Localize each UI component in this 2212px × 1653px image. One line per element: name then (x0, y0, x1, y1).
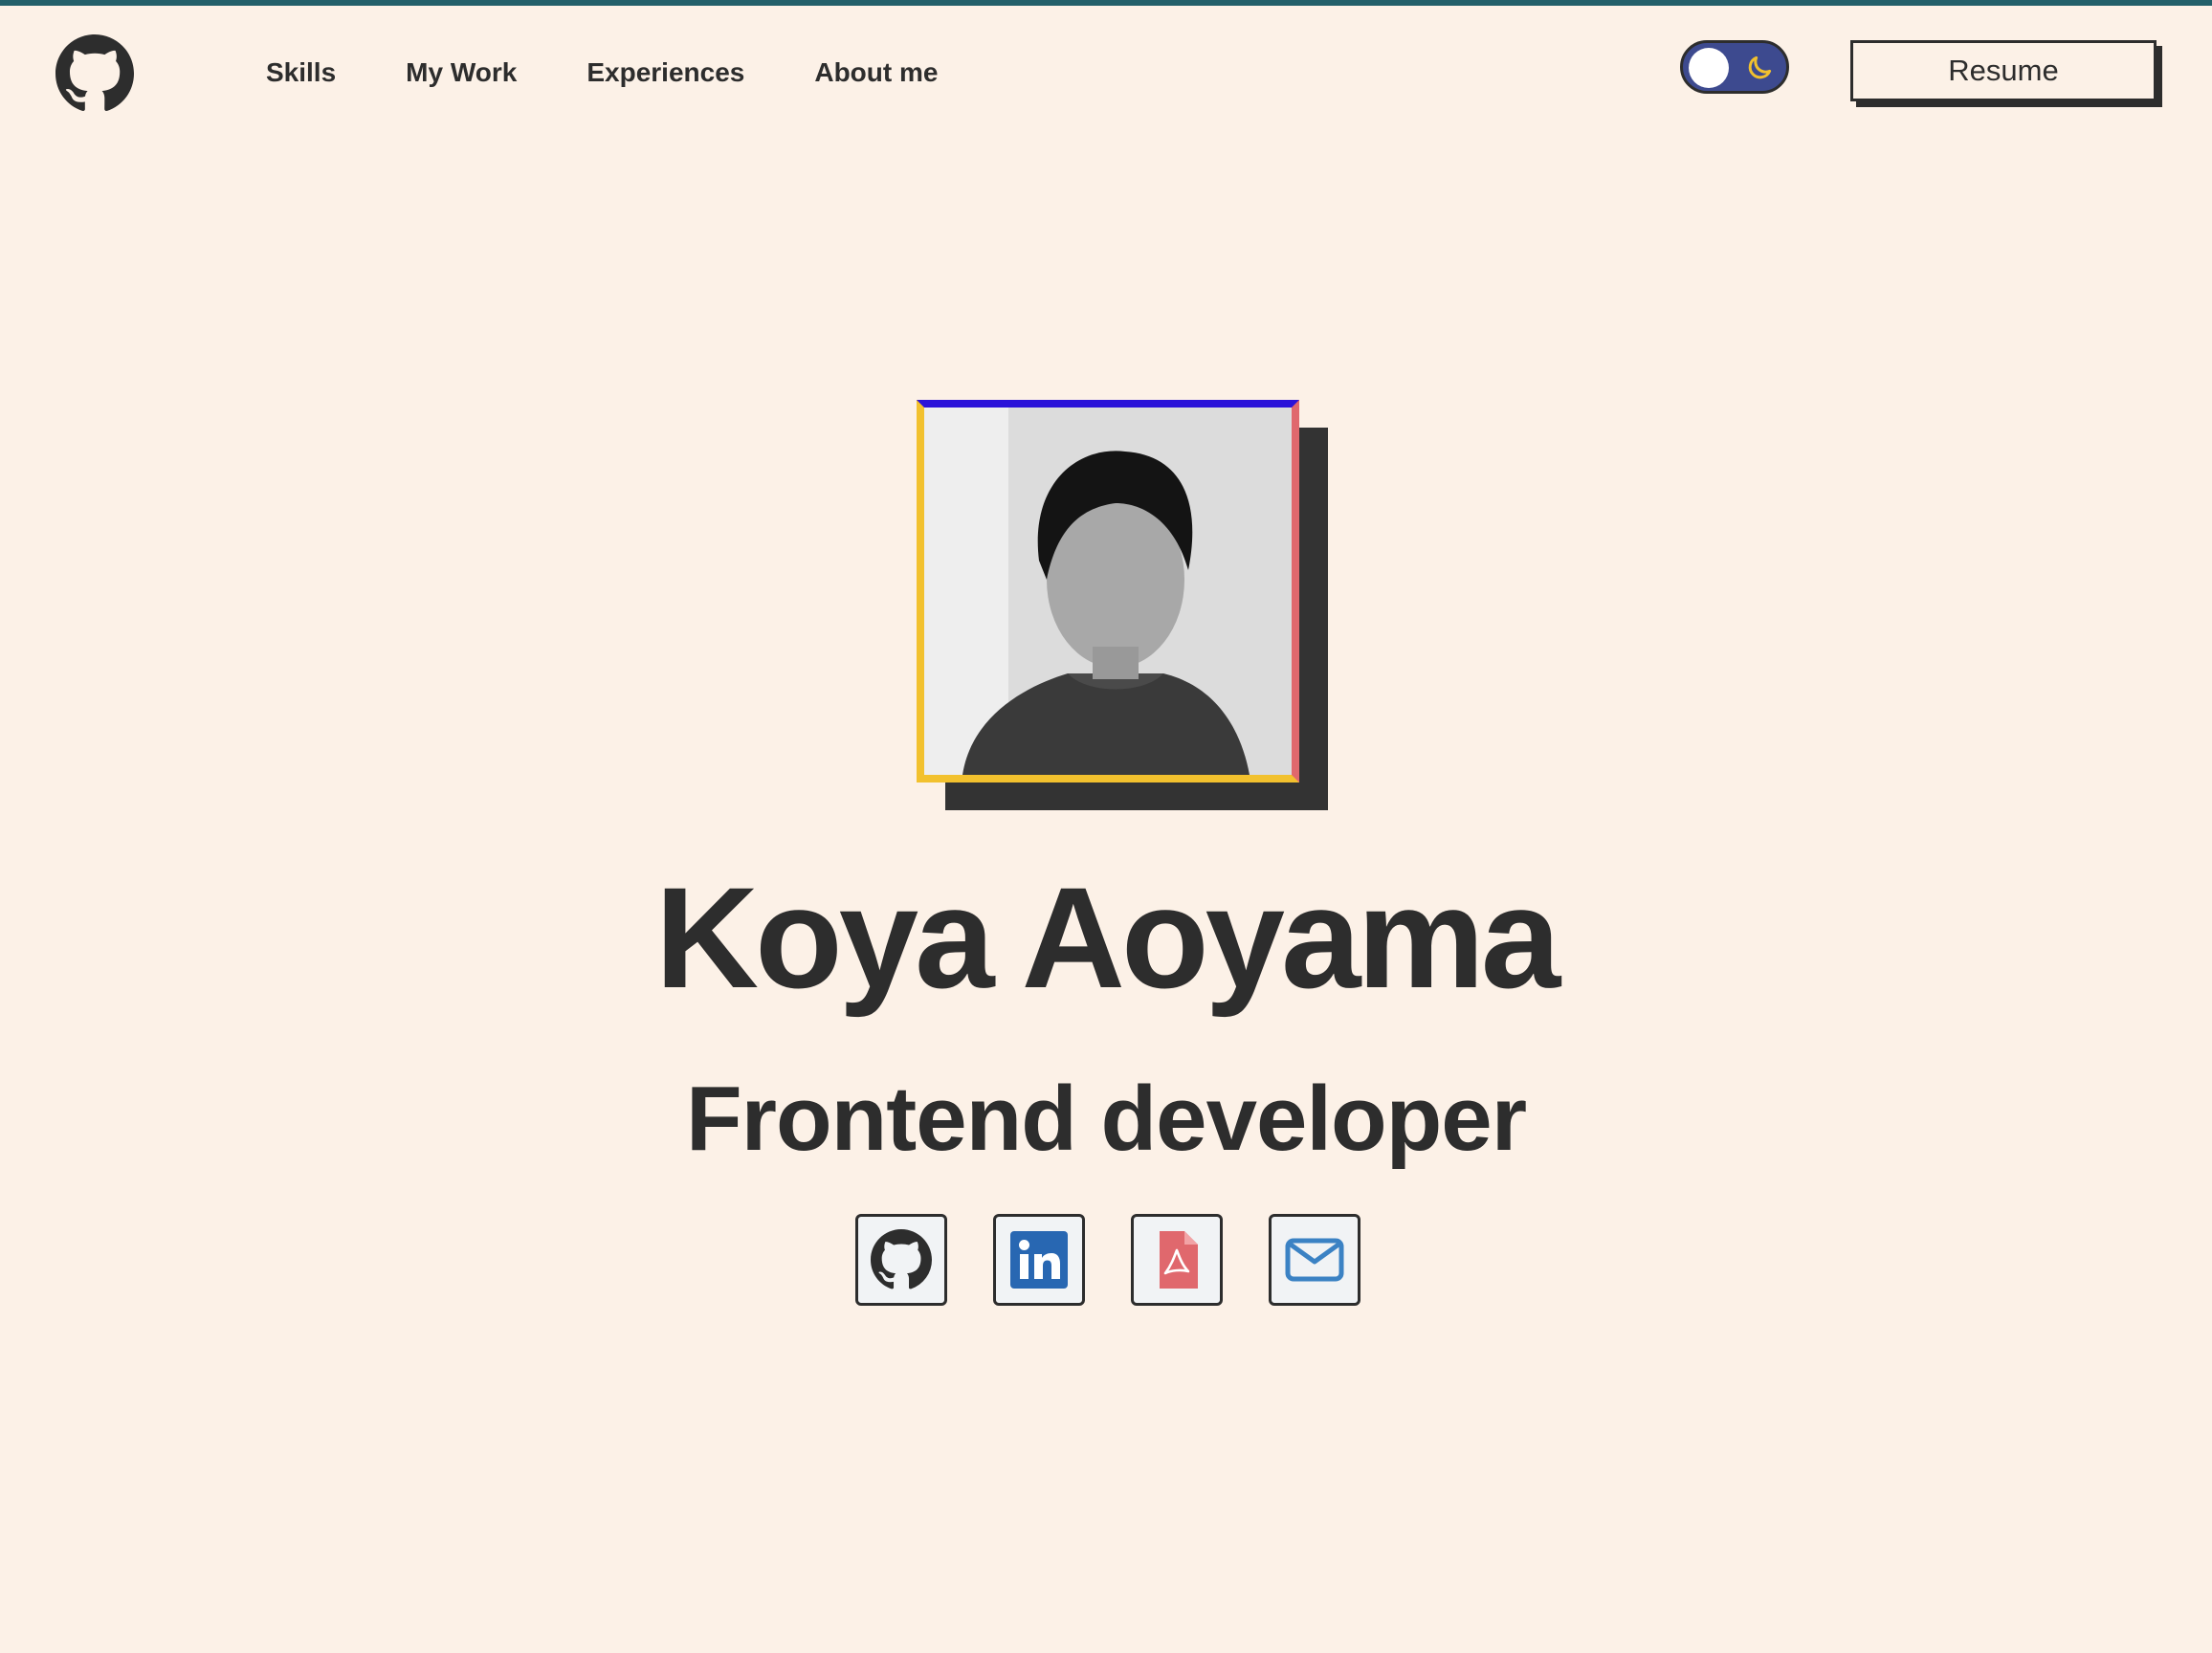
social-linkedin-button[interactable] (993, 1214, 1085, 1306)
linkedin-icon (1010, 1231, 1068, 1289)
nav-experiences[interactable]: Experiences (586, 52, 744, 94)
hero-role: Frontend developer (685, 1068, 1527, 1170)
social-github-button[interactable] (855, 1214, 947, 1306)
social-pdf-button[interactable] (1131, 1214, 1223, 1306)
profile-photo (917, 400, 1299, 782)
nav-skills[interactable]: Skills (266, 52, 336, 94)
mail-icon (1285, 1238, 1344, 1282)
moon-icon (1748, 55, 1772, 79)
nav-my-work[interactable]: My Work (406, 52, 517, 94)
theme-toggle[interactable] (1680, 40, 1789, 94)
social-links (855, 1214, 1360, 1306)
github-icon (55, 34, 134, 111)
site-header: Skills My Work Experiences About me Resu… (0, 6, 2212, 130)
resume-button-wrap: Resume (1850, 40, 2162, 107)
pdf-icon (1160, 1231, 1198, 1289)
social-mail-button[interactable] (1269, 1214, 1360, 1306)
main-nav: Skills My Work Experiences About me (266, 52, 1007, 94)
resume-button[interactable]: Resume (1850, 40, 2157, 101)
hero-name: Koya Aoyama (654, 857, 1561, 1018)
github-icon (871, 1229, 932, 1289)
nav-about-me[interactable]: About me (814, 52, 938, 94)
github-logo-link[interactable] (55, 34, 134, 113)
toggle-knob (1689, 48, 1729, 88)
